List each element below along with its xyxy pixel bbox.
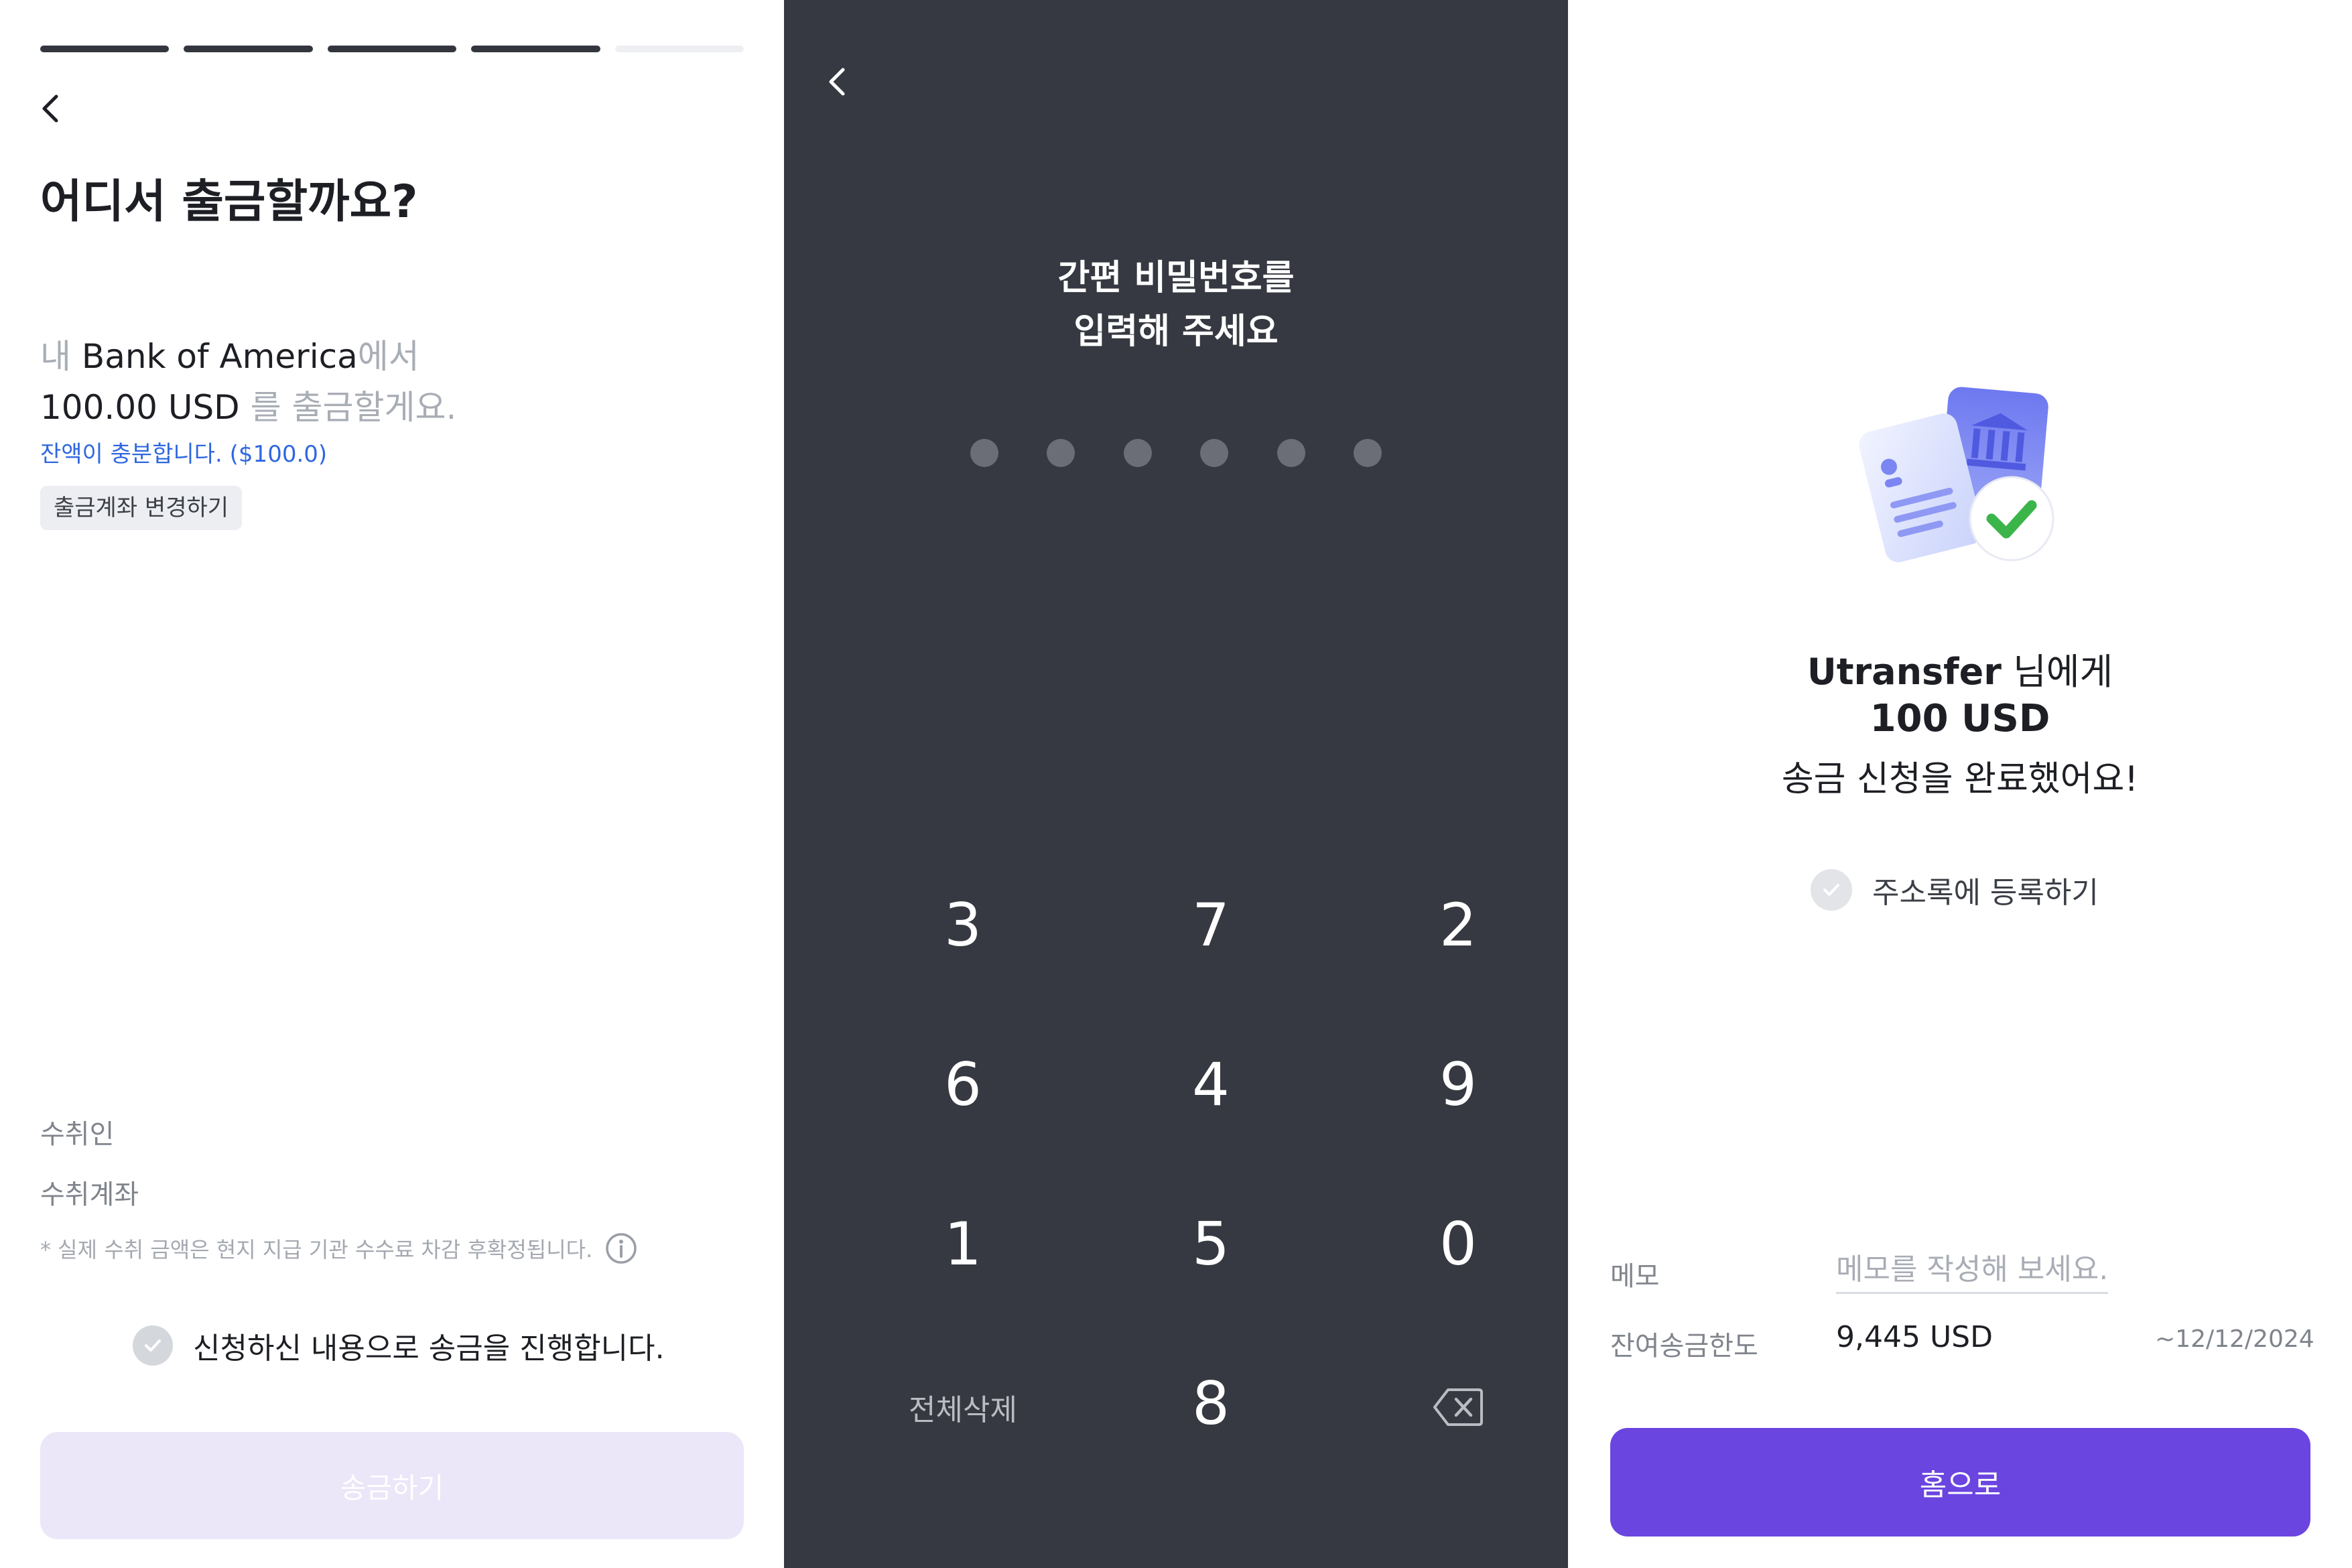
confirm-checkbox[interactable]: 신청하신 내용으로 송금을 진행합니다. <box>133 1324 665 1367</box>
keypad-key[interactable]: 5 <box>1110 1190 1311 1297</box>
keypad-key[interactable]: 4 <box>1110 1031 1311 1138</box>
progress-step <box>40 46 170 52</box>
register-address-checkbox[interactable]: 주소록에 등록하기 <box>1811 868 2099 911</box>
limit-value: 9,445 USD <box>1836 1320 1993 1354</box>
pin-dot <box>1353 439 1382 467</box>
keypad-key[interactable]: 2 <box>1358 871 1559 978</box>
limit-label: 잔여송금한도 <box>1610 1331 1758 1362</box>
recipient-name: Utransfer <box>1807 651 2002 693</box>
pin-dot <box>1277 439 1305 467</box>
pin-dot <box>1123 439 1152 467</box>
recipient-suffix: 님에게 <box>2001 651 2113 693</box>
fee-note-text: * 실제 수취 금액은 현지 지급 기관 수수료 차감 후확정됩니다. <box>40 1237 593 1262</box>
memo-label: 메모 <box>1610 1261 1660 1292</box>
recipient-account-label: 수취계좌 <box>40 1179 139 1210</box>
page-title: 어디서 출금할까요? <box>40 176 418 228</box>
pin-dot <box>970 439 998 467</box>
fee-note: * 실제 수취 금액은 현지 지급 기관 수수료 차감 후확정됩니다. <box>40 1232 638 1265</box>
progress-step <box>471 46 600 52</box>
chevron-left-icon <box>829 68 845 96</box>
keypad-key[interactable]: 1 <box>862 1190 1063 1297</box>
change-account-button[interactable]: 출금계좌 변경하기 <box>40 486 243 530</box>
pin-dot <box>1200 439 1229 467</box>
step-progress <box>40 46 744 52</box>
keypad-key[interactable]: 8 <box>1110 1350 1311 1457</box>
keypad-key[interactable]: 6 <box>862 1031 1063 1138</box>
confirm-label: 신청하신 내용으로 송금을 진행합니다. <box>193 1331 665 1366</box>
back-button[interactable] <box>32 88 72 129</box>
progress-step <box>327 46 457 52</box>
success-amount: 100 USD <box>1870 697 2050 740</box>
clear-all-key[interactable]: 전체삭제 <box>862 1354 1063 1461</box>
info-icon[interactable] <box>604 1232 638 1265</box>
bank-name: Bank of America <box>81 337 358 376</box>
transfer-complete-illustration <box>1859 387 2054 562</box>
keypad-key[interactable]: 0 <box>1358 1190 1559 1297</box>
keypad-key[interactable]: 9 <box>1358 1031 1559 1138</box>
text-suffix: 에서 <box>357 337 419 376</box>
back-button[interactable] <box>819 62 859 102</box>
pin-dots <box>970 439 1382 467</box>
source-account-line: 내 Bank of America에서 <box>40 330 419 378</box>
check-icon <box>1811 869 1852 911</box>
register-label: 주소록에 등록하기 <box>1872 876 2099 910</box>
backspace-icon <box>1433 1388 1483 1426</box>
memo-input[interactable]: 메모를 작성해 보세요. <box>1836 1245 2109 1294</box>
keypad-key[interactable]: 7 <box>1110 871 1311 978</box>
progress-step <box>184 46 313 52</box>
pin-dot <box>1047 439 1075 467</box>
withdraw-amount: 100.00 USD <box>40 388 240 427</box>
home-button[interactable]: 홈으로 <box>1610 1428 2310 1537</box>
pin-screen: 간편 비밀번호를 입력해 주세요 3 7 2 6 4 9 1 5 0 전체삭제 … <box>784 0 1568 1568</box>
success-recipient: Utransfer 님에게 <box>1568 642 2352 695</box>
recipient-label: 수취인 <box>40 1119 115 1150</box>
check-icon <box>133 1325 173 1366</box>
send-button[interactable]: 송금하기 <box>40 1432 744 1539</box>
backspace-key[interactable] <box>1358 1354 1559 1461</box>
chevron-left-icon <box>42 94 58 123</box>
progress-step <box>614 46 744 52</box>
balance-status: 잔액이 충분합니다. ($100.0) <box>40 441 328 468</box>
pin-title-line: 간편 비밀번호를 <box>1057 258 1295 298</box>
amount-line: 100.00 USD 를 출금할게요. <box>40 381 456 429</box>
text-prefix: 내 <box>40 337 82 376</box>
pin-title: 간편 비밀번호를 입력해 주세요 <box>784 251 1568 358</box>
withdraw-screen: 어디서 출금할까요? 내 Bank of America에서 100.00 US… <box>0 0 784 1568</box>
pin-title-line: 입력해 주세요 <box>1073 312 1279 352</box>
text-suffix: 를 출금할게요. <box>239 388 457 427</box>
limit-date: ~12/12/2024 <box>2155 1325 2314 1353</box>
keypad-key[interactable]: 3 <box>862 871 1063 978</box>
success-message: 송금 신청을 완료했어요! <box>1781 759 2139 799</box>
